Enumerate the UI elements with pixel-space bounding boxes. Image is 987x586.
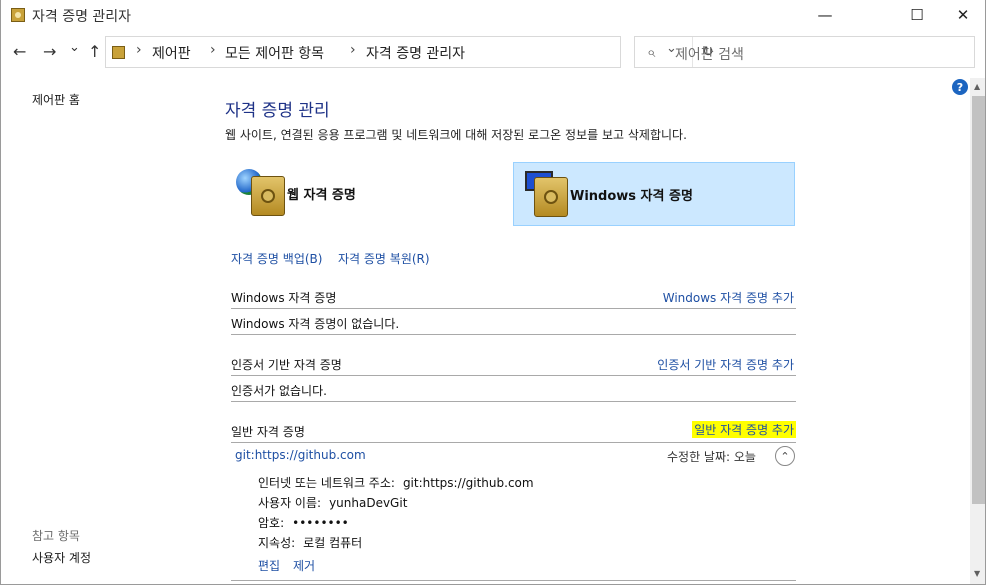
windows-credentials-empty-text: Windows 자격 증명이 없습니다. [231, 317, 400, 331]
credential-manager-app-icon [11, 8, 25, 22]
password-label: 암호: [258, 516, 285, 530]
divider [231, 442, 796, 443]
breadcrumb-separator: › [136, 42, 142, 58]
windows-credentials-tile[interactable]: Windows 자격 증명 [513, 162, 795, 226]
up-arrow-icon[interactable]: ↑ [88, 42, 101, 61]
close-button[interactable]: ✕ [940, 0, 985, 30]
control-panel-icon [112, 46, 125, 59]
username-value: yunhaDevGit [329, 496, 408, 510]
sidebar-link-user-accounts[interactable]: 사용자 계정 [32, 549, 91, 566]
window-title: 자격 증명 관리자 [32, 9, 132, 25]
help-icon[interactable]: ? [952, 79, 968, 95]
minimize-button[interactable]: — [802, 0, 848, 30]
credential-manager-window: 자격 증명 관리자 — ☐ ✕ ← → ⌄ ↑ › 제어판 › 모든 제어판 항… [0, 0, 986, 585]
search-icon: ⌕ [647, 43, 656, 61]
credential-persistence-row: 지속성: 로컬 컴퓨터 [258, 534, 362, 551]
search-box[interactable]: ⌕ 제어판 검색 [634, 36, 975, 68]
credential-username-row: 사용자 이름: yunhaDevGit [258, 494, 407, 511]
add-generic-credential-link[interactable]: 일반 자격 증명 추가 [692, 421, 796, 438]
edit-credential-link[interactable]: 편집 [258, 557, 280, 574]
remove-credential-link[interactable]: 제거 [293, 557, 315, 574]
breadcrumb-control-panel[interactable]: 제어판 [152, 43, 191, 63]
password-value: •••••••• [292, 516, 349, 530]
page-description: 웹 사이트, 연결된 응용 프로그램 및 네트워크에 대해 저장된 로그온 정보… [225, 128, 687, 142]
divider [231, 401, 796, 402]
search-placeholder: 제어판 검색 [675, 47, 744, 63]
page-title: 자격 증명 관리 [225, 101, 330, 121]
credential-address-row: 인터넷 또는 네트워크 주소: git:https://github.com [258, 474, 534, 491]
divider [231, 308, 796, 309]
scroll-up-arrow-icon[interactable]: ▲ [974, 82, 980, 91]
breadcrumb-credential-manager[interactable]: 자격 증명 관리자 [366, 43, 465, 63]
breadcrumb-separator[interactable]: › [210, 42, 216, 58]
username-label: 사용자 이름: [258, 496, 322, 510]
restore-credentials-link[interactable]: 자격 증명 복원(R) [338, 250, 430, 267]
vertical-scrollbar[interactable]: ▲ ▼ [970, 78, 985, 584]
vault-icon [534, 177, 568, 217]
web-credentials-tile[interactable]: 웹 자격 증명 [231, 162, 513, 226]
vault-icon [251, 176, 285, 216]
back-arrow-icon[interactable]: ← [13, 42, 26, 61]
breadcrumb-all-items[interactable]: 모든 제어판 항목 [225, 43, 324, 63]
divider [231, 334, 796, 335]
certificate-credentials-section-title: 인증서 기반 자격 증명 [231, 358, 342, 372]
forward-arrow-icon[interactable]: → [43, 42, 56, 61]
sidebar-link-control-panel-home[interactable]: 제어판 홈 [32, 91, 80, 108]
credential-entry-name[interactable]: git:https://github.com [235, 448, 366, 462]
address-value: git:https://github.com [402, 476, 534, 490]
address-label: 인터넷 또는 네트워크 주소: [258, 476, 395, 490]
maximize-button[interactable]: ☐ [894, 0, 940, 30]
credential-password-row: 암호: •••••••• [258, 514, 349, 531]
scroll-down-arrow-icon[interactable]: ▼ [974, 569, 980, 578]
add-certificate-credential-link[interactable]: 인증서 기반 자격 증명 추가 [657, 356, 794, 373]
persistence-label: 지속성: [258, 536, 296, 550]
certificate-credentials-empty-text: 인증서가 없습니다. [231, 384, 327, 398]
web-credentials-label: 웹 자격 증명 [287, 188, 356, 203]
breadcrumb-separator[interactable]: › [350, 42, 356, 58]
divider [231, 580, 796, 581]
address-bar[interactable]: › 제어판 › 모든 제어판 항목 › 자격 증명 관리자 ⌄ ↻ [105, 36, 714, 68]
add-windows-credential-link[interactable]: Windows 자격 증명 추가 [663, 289, 794, 306]
navigation-bar: ← → ⌄ ↑ › 제어판 › 모든 제어판 항목 › 자격 증명 관리자 ⌄ … [1, 34, 985, 70]
title-bar: 자격 증명 관리자 — ☐ ✕ [1, 0, 985, 30]
sidebar-see-also-label: 참고 항목 [32, 529, 80, 543]
persistence-value: 로컬 컴퓨터 [303, 536, 363, 550]
credential-modified-date: 수정한 날짜: 오늘 [667, 450, 756, 464]
divider [231, 375, 796, 376]
scrollbar-thumb[interactable] [972, 96, 985, 504]
generic-credentials-section-title: 일반 자격 증명 [231, 425, 305, 439]
recent-locations-chevron-icon[interactable]: ⌄ [69, 40, 80, 55]
backup-credentials-link[interactable]: 자격 증명 백업(B) [231, 250, 322, 267]
collapse-chevron-icon[interactable]: ⌃ [775, 446, 795, 466]
windows-credentials-section-title: Windows 자격 증명 [231, 291, 337, 305]
windows-credentials-label: Windows 자격 증명 [570, 189, 693, 204]
